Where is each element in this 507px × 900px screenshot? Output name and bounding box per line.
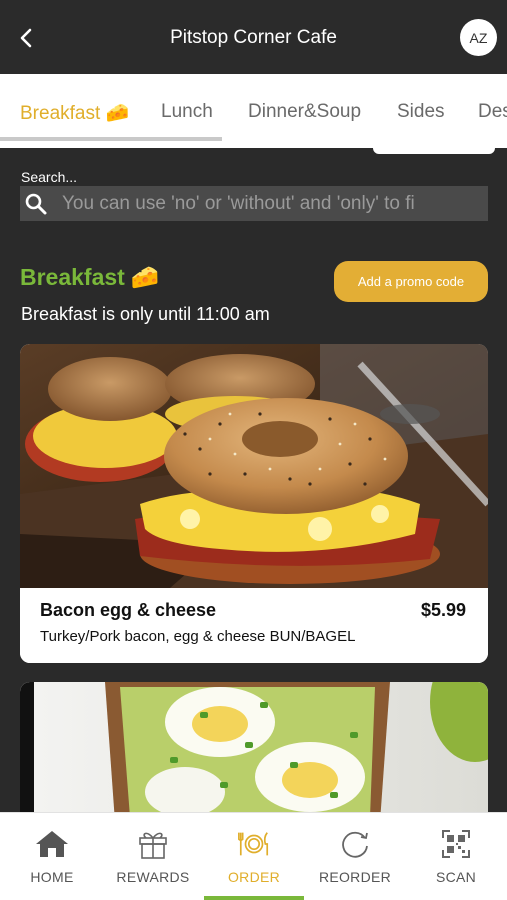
nav-reorder-label: REORDER bbox=[318, 869, 392, 885]
reorder-icon bbox=[338, 827, 372, 861]
nav-scan-label: SCAN bbox=[435, 869, 477, 885]
menu-item-info: Bacon egg & cheese $5.99 Turkey/Pork bac… bbox=[20, 588, 488, 663]
nav-rewards-label: REWARDS bbox=[116, 869, 190, 885]
section-subtitle: Breakfast is only until 11:00 am bbox=[21, 304, 270, 324]
page-title: Pitstop Corner Cafe bbox=[170, 27, 337, 48]
home-icon bbox=[35, 827, 69, 861]
nav-order[interactable]: ORDER bbox=[204, 813, 304, 900]
search-input[interactable] bbox=[62, 192, 488, 215]
bagel-sandwich-image bbox=[20, 344, 488, 588]
qr-code-icon bbox=[439, 827, 473, 861]
plate-cutlery-icon bbox=[237, 827, 271, 861]
nav-scan[interactable]: SCAN bbox=[406, 813, 506, 900]
tab-breakfast[interactable]: Breakfast 🧀 bbox=[20, 101, 129, 125]
section-title: Breakfast 🧀 bbox=[20, 264, 159, 291]
nav-order-label: ORDER bbox=[227, 869, 281, 885]
avocado-egg-toast-image bbox=[20, 682, 488, 822]
tab-active-indicator bbox=[0, 137, 222, 141]
tab-dinner-soup[interactable]: Dinner&Soup bbox=[248, 101, 361, 123]
tab-lunch[interactable]: Lunch bbox=[161, 101, 213, 123]
menu-item-name: Bacon egg & cheese bbox=[40, 600, 217, 620]
tab-sides[interactable]: Sides bbox=[397, 101, 445, 123]
bottom-nav: HOME REWARDS ORDER REORDER SCAN bbox=[0, 812, 507, 900]
top-bar: Pitstop Corner Cafe AZ bbox=[0, 0, 507, 74]
add-promo-code-button[interactable]: Add a promo code bbox=[334, 261, 488, 302]
nav-home-label: HOME bbox=[30, 869, 74, 885]
nav-reorder[interactable]: REORDER bbox=[305, 813, 405, 900]
avatar[interactable]: AZ bbox=[460, 19, 497, 56]
search-label: Search... bbox=[21, 169, 78, 185]
search-icon bbox=[24, 192, 48, 216]
nav-home[interactable]: HOME bbox=[2, 813, 102, 900]
menu-item-card[interactable]: Bacon egg & cheese $5.99 Turkey/Pork bac… bbox=[20, 344, 488, 663]
menu-item-price: $5.99 bbox=[420, 600, 466, 620]
menu-item-card[interactable] bbox=[20, 682, 488, 822]
nav-active-indicator bbox=[204, 896, 304, 900]
menu-item-description: Turkey/Pork bacon, egg & cheese BUN/BAGE… bbox=[40, 628, 356, 645]
tab-desserts[interactable]: Des bbox=[478, 101, 507, 123]
nav-rewards[interactable]: REWARDS bbox=[103, 813, 203, 900]
gift-icon bbox=[136, 827, 170, 861]
search-bar[interactable] bbox=[20, 186, 488, 221]
cheese-icon: 🧀 bbox=[130, 264, 160, 290]
tab-overflow-edge bbox=[373, 148, 495, 154]
section-title-text: Breakfast bbox=[20, 264, 125, 290]
